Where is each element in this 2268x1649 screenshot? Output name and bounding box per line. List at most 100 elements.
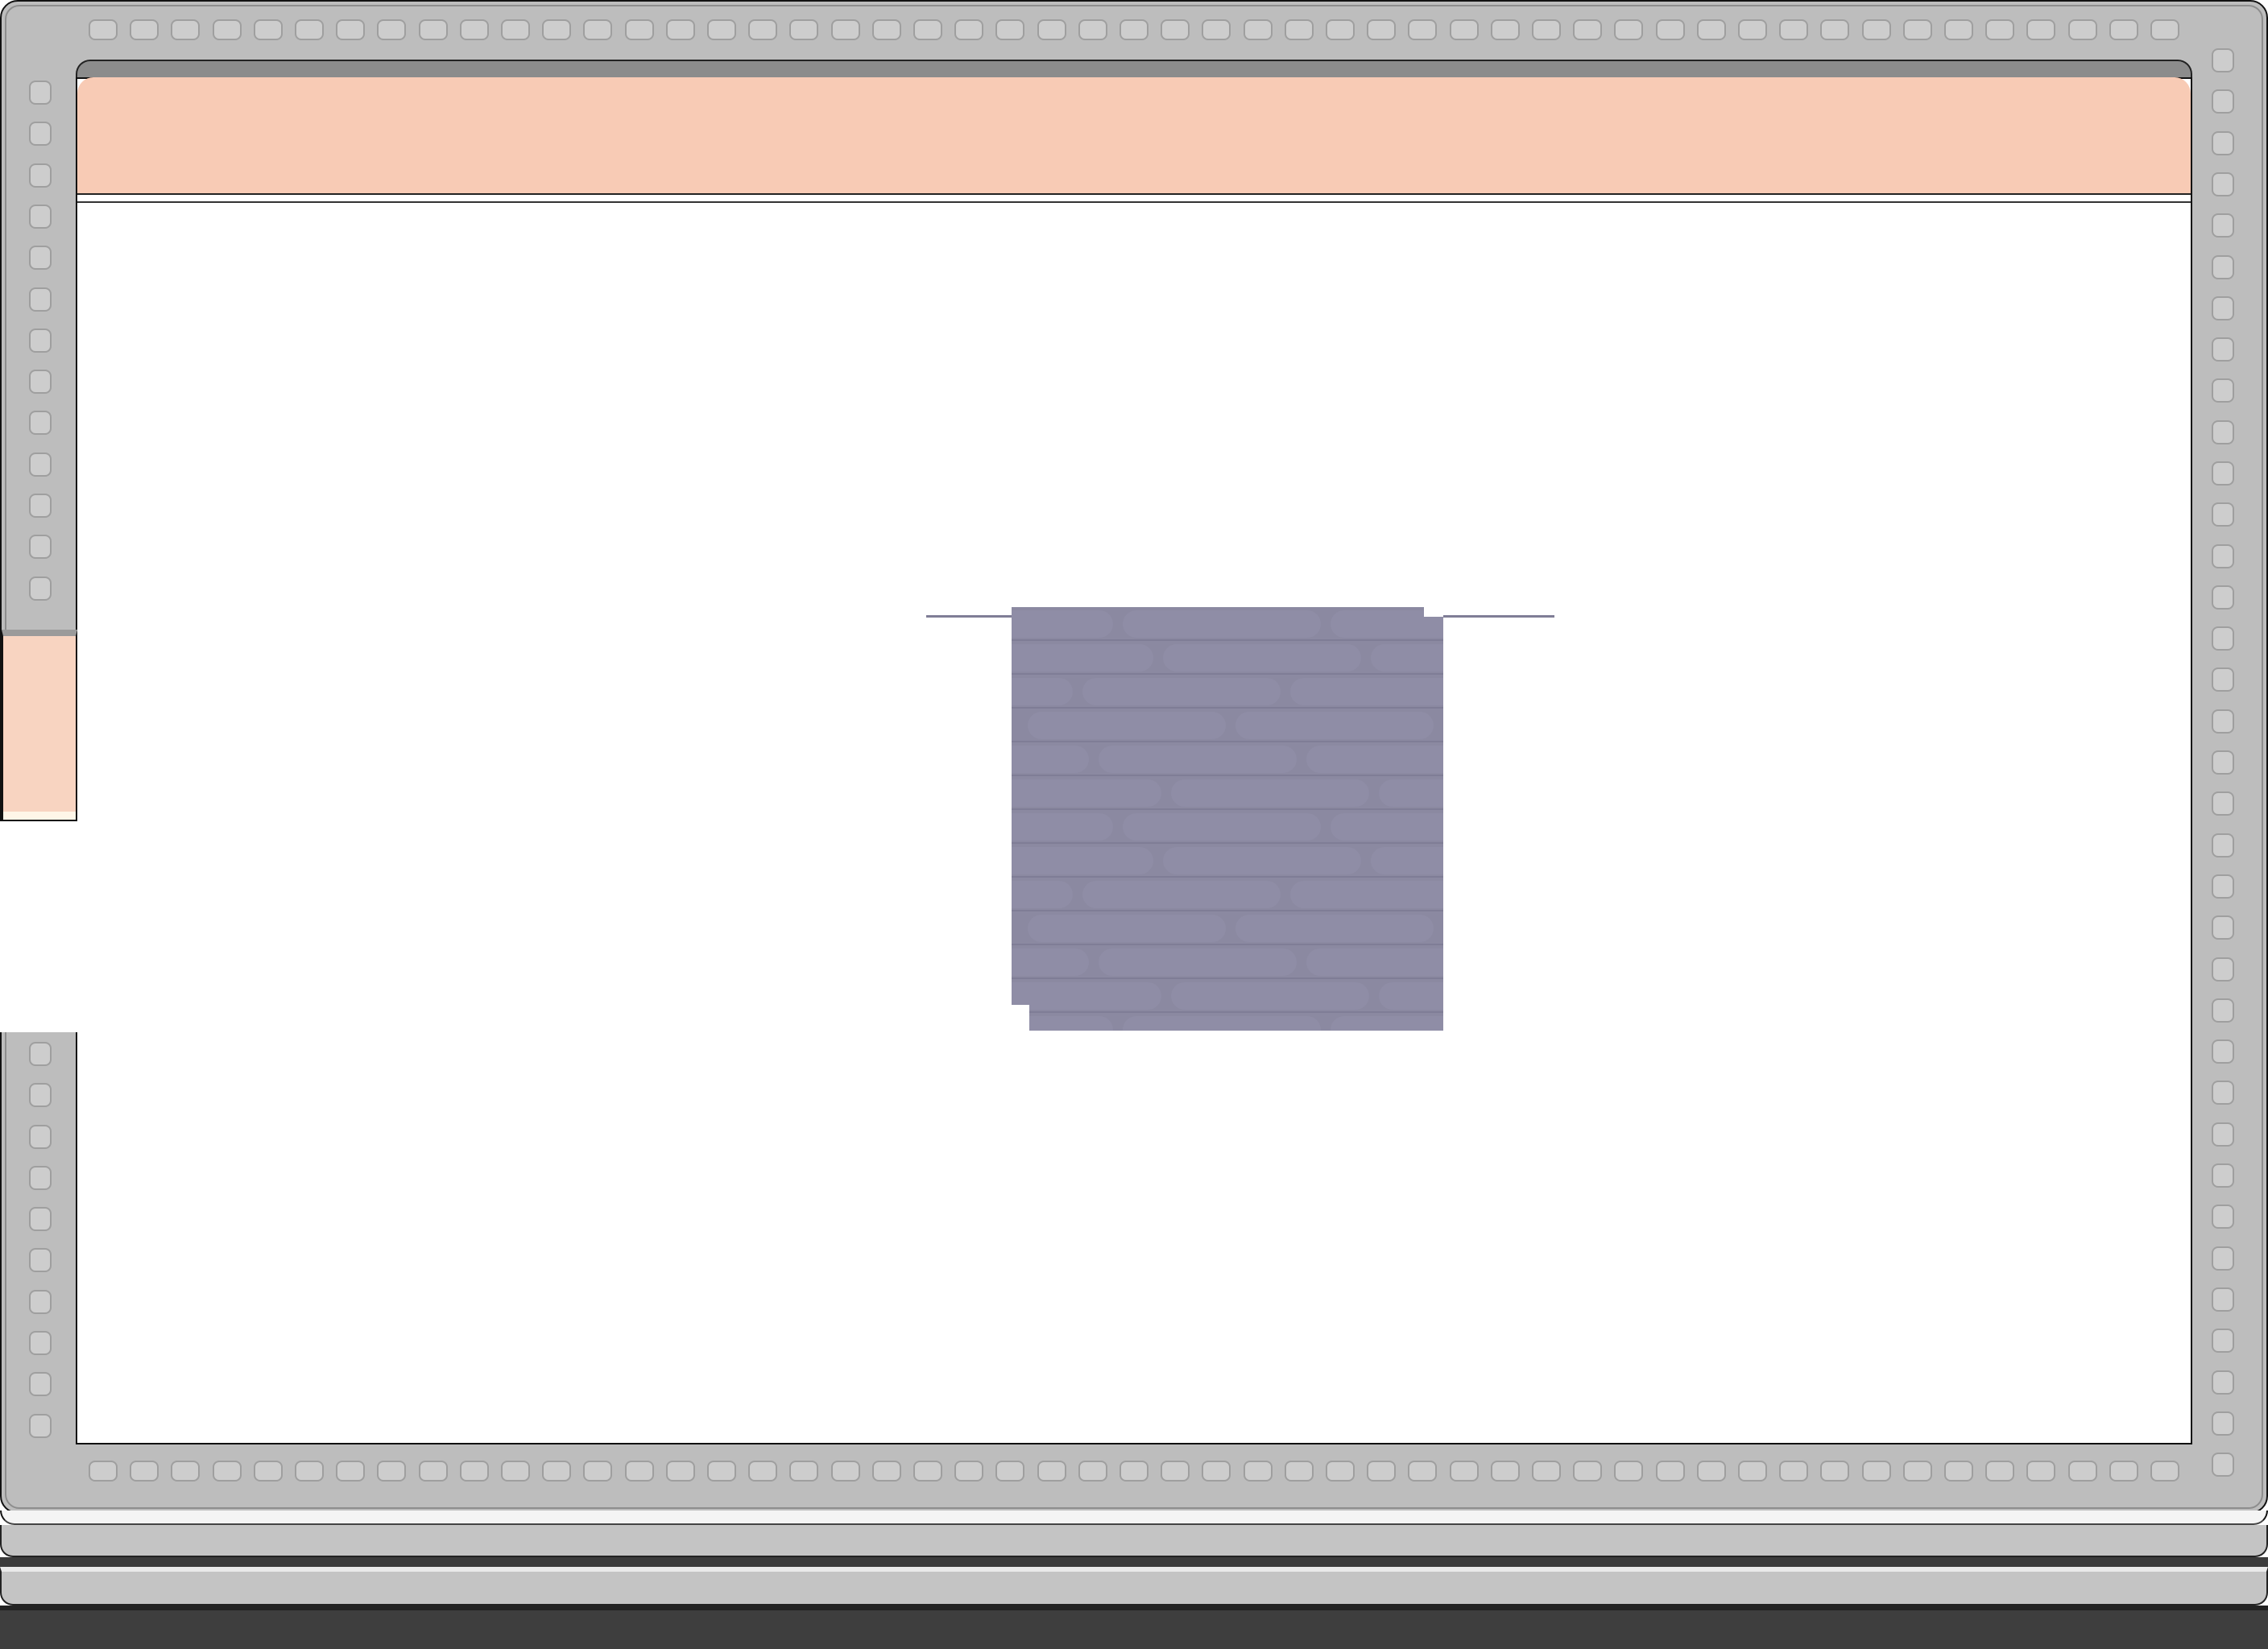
wall-stud-right (2212, 957, 2234, 982)
wall-stud-right (2212, 296, 2234, 320)
floor-bottom-edge (76, 1443, 2192, 1444)
wall-stud-left (29, 1207, 52, 1231)
wall-stud-right (2212, 1287, 2234, 1312)
wall-stud-top (707, 19, 736, 40)
wall-stud-left (29, 1331, 52, 1355)
wall-stud-bottom (213, 1461, 242, 1482)
wall-stud-right (2212, 172, 2234, 196)
brick (1371, 847, 1443, 874)
brick (1123, 610, 1321, 638)
wall-stud-right (2212, 1246, 2234, 1271)
wall-stud-top (1944, 19, 1973, 40)
wall-stud-bottom (336, 1461, 365, 1482)
wall-stud-right (2212, 48, 2234, 72)
block-ledge-right (1424, 615, 1554, 618)
brick (1012, 847, 1153, 874)
brick (1012, 948, 1089, 976)
wall-stud-right (2212, 585, 2234, 610)
wall-stud-right (2212, 1205, 2234, 1229)
brick (1379, 779, 1443, 807)
wall-stud-bottom (1738, 1461, 1767, 1482)
wall-stud-bottom (872, 1461, 901, 1482)
brick (1163, 644, 1361, 672)
wall-stud-left (29, 1083, 52, 1107)
wall-stud-bottom (1491, 1461, 1520, 1482)
wall-stud-bottom (1903, 1461, 1932, 1482)
base-slab-2 (0, 1525, 2268, 1557)
wall-stud-top (2026, 19, 2055, 40)
wall-stud-right (2212, 544, 2234, 568)
brick (1028, 712, 1226, 739)
wall-stud-top (460, 19, 489, 40)
wall-stud-bottom (501, 1461, 530, 1482)
wall-stud-bottom (2150, 1461, 2179, 1482)
wall-stud-top (1656, 19, 1685, 40)
wall-stud-top (1779, 19, 1808, 40)
wall-stud-left (29, 1042, 52, 1066)
brick (1306, 746, 1443, 773)
wall-stud-right (2212, 1411, 2234, 1436)
wall-stud-top (913, 19, 942, 40)
wall-stud-right (2212, 337, 2234, 362)
wall-stud-right (2212, 420, 2234, 444)
wall-stud-left (29, 329, 52, 353)
brick (1012, 881, 1073, 908)
brick-row (1012, 979, 1443, 1013)
wall-stud-top (377, 19, 406, 40)
wall-stud-top (1985, 19, 2014, 40)
brick (1331, 1016, 1443, 1031)
wall-stud-right (2212, 1081, 2234, 1105)
wall-stud-top (583, 19, 612, 40)
wall-stud-left (29, 246, 52, 270)
wall-stud-bottom (1614, 1461, 1643, 1482)
wall-stud-top (1532, 19, 1561, 40)
brick (1379, 982, 1443, 1010)
wall-stud-bottom (1656, 1461, 1685, 1482)
wall-stud-top (1573, 19, 1602, 40)
wall-stud-bottom (295, 1461, 324, 1482)
brick (1099, 948, 1297, 976)
wall-stud-bottom (2068, 1461, 2097, 1482)
brick-row (1012, 911, 1443, 945)
wall-stud-bottom (460, 1461, 489, 1482)
brick (1012, 779, 1161, 807)
wall-stud-top (213, 19, 242, 40)
wall-stud-left (29, 1125, 52, 1149)
wall-stud-bottom (583, 1461, 612, 1482)
wall-stud-bottom (1944, 1461, 1973, 1482)
wall-stud-bottom (1161, 1461, 1190, 1482)
wall-stud-bottom (89, 1461, 118, 1482)
wall-stud-bottom (707, 1461, 736, 1482)
wall-stud-top (501, 19, 530, 40)
wall-stud-right (2212, 213, 2234, 238)
wall-stud-top (1903, 19, 1932, 40)
wall-stud-right (2212, 915, 2234, 940)
wall-stud-top (419, 19, 448, 40)
wall-stud-bottom (130, 1461, 159, 1482)
left-door-panel (2, 630, 77, 821)
wall-stud-bottom (1326, 1461, 1355, 1482)
wall-stud-top (254, 19, 283, 40)
wall-stud-bottom (1779, 1461, 1808, 1482)
wall-stud-bottom (954, 1461, 983, 1482)
wall-stud-bottom (1450, 1461, 1479, 1482)
brick-row (1012, 810, 1443, 844)
wall-stud-left (29, 1166, 52, 1190)
brick (1012, 982, 1161, 1010)
wall-stud-top (1161, 19, 1190, 40)
wall-stud-top (625, 19, 654, 40)
wall-stud-bottom (2109, 1461, 2138, 1482)
stone-block-icon[interactable] (1012, 607, 1443, 1031)
brick (1012, 678, 1073, 705)
wall-stud-right (2212, 255, 2234, 279)
wall-stud-bottom (1367, 1461, 1396, 1482)
wall-stud-right (2212, 131, 2234, 155)
brick (1123, 813, 1321, 841)
brick-row (1012, 1013, 1443, 1031)
wall-stud-left (29, 535, 52, 559)
top-peach-strip (77, 77, 2191, 195)
wall-stud-bottom (542, 1461, 571, 1482)
brick (1171, 982, 1369, 1010)
wall-stud-bottom (1202, 1461, 1231, 1482)
wall-stud-bottom (1037, 1461, 1066, 1482)
